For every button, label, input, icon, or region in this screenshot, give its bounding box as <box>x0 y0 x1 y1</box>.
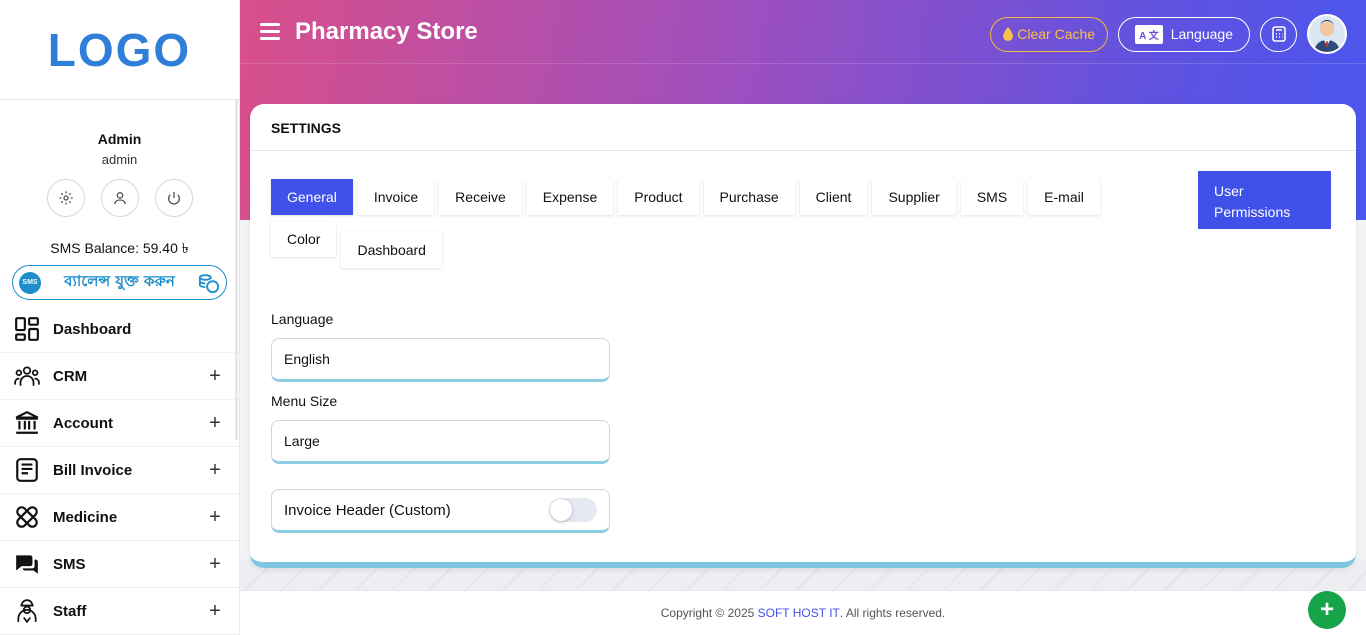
tab-email[interactable]: E-mail <box>1028 179 1100 215</box>
expand-icon[interactable]: + <box>205 553 225 576</box>
menu-toggle-icon[interactable] <box>260 23 280 40</box>
user-role: admin <box>101 152 138 167</box>
tab-expense[interactable]: Expense <box>526 179 614 215</box>
drop-icon <box>1003 27 1014 41</box>
sidebar-item-account[interactable]: Account + <box>0 400 239 447</box>
invoice-header-toggle[interactable] <box>549 498 597 522</box>
tab-receive[interactable]: Receive <box>439 179 522 215</box>
expand-icon[interactable]: + <box>205 412 225 435</box>
sidebar-item-dashboard[interactable]: Dashboard <box>0 306 239 353</box>
logo-area: LOGO <box>0 0 239 100</box>
calculator-icon <box>1271 26 1286 42</box>
tab-supplier[interactable]: Supplier <box>872 179 956 215</box>
user-block: Admin admin <box>0 100 239 217</box>
sidebar-item-label: SMS <box>53 555 86 573</box>
sidebar-item-crm[interactable]: CRM + <box>0 353 239 400</box>
user-actions <box>0 179 239 217</box>
expand-icon[interactable]: + <box>205 506 225 529</box>
add-balance-label: ব্যালেন্স যুক্ত করুন <box>64 272 175 290</box>
sidebar-item-label: CRM <box>53 367 88 385</box>
translate-icon: A 文 <box>1135 24 1163 44</box>
tab-purchase[interactable]: Purchase <box>703 179 795 215</box>
settings-button[interactable] <box>46 179 85 217</box>
power-icon <box>167 192 180 205</box>
settings-title: SETTINGS <box>250 104 1356 151</box>
add-fab-button[interactable]: + <box>1308 591 1346 629</box>
user-icon <box>113 192 126 205</box>
settings-card: SETTINGS General Invoice Receive Expense… <box>250 104 1356 568</box>
sidebar-item-label: Dashboard <box>53 320 132 338</box>
sidebar-item-staff[interactable]: Staff + <box>0 588 239 635</box>
sidebar-menu: Dashboard CRM + Account + Bill Invoice + <box>0 306 239 635</box>
footer: Copyright © 2025 SOFT HOST IT. All right… <box>240 590 1366 635</box>
tab-invoice[interactable]: Invoice <box>357 179 435 215</box>
expand-icon[interactable]: + <box>205 365 225 388</box>
logout-button[interactable] <box>154 179 193 217</box>
tab-client[interactable]: Client <box>799 179 868 215</box>
sidebar: LOGO Admin admin SMS Balance: 59.40 ৳ SM… <box>0 0 240 635</box>
sidebar-item-label: Bill Invoice <box>53 461 133 479</box>
toggle-knob <box>550 499 572 521</box>
language-value: English <box>284 351 330 367</box>
gear-icon <box>58 191 73 205</box>
invoice-header-label: Invoice Header (Custom) <box>284 501 451 519</box>
tab-color[interactable]: Color <box>271 221 337 257</box>
app-title: Pharmacy Store <box>295 17 478 45</box>
sidebar-item-label: Account <box>53 414 113 432</box>
language-label: Language <box>1170 26 1233 42</box>
clear-cache-label: Clear Cache <box>1017 26 1096 42</box>
language-select[interactable]: English <box>271 338 610 382</box>
add-balance-button[interactable]: SMS ব্যালেন্স যুক্ত করুন <box>12 265 227 300</box>
sidebar-item-bill-invoice[interactable]: Bill Invoice + <box>0 447 239 494</box>
header-actions: Clear Cache A 文 Language <box>990 14 1347 54</box>
people-group-icon <box>14 363 40 389</box>
invoice-icon <box>14 457 40 483</box>
language-button[interactable]: A 文 Language <box>1118 16 1250 52</box>
sidebar-item-sms[interactable]: SMS + <box>0 541 239 588</box>
footer-suffix: . All rights reserved. <box>839 606 946 620</box>
sidebar-item-medicine[interactable]: Medicine + <box>0 494 239 541</box>
pill-icon <box>14 504 40 530</box>
user-permissions-button[interactable]: User Permissions <box>1198 171 1331 229</box>
dashboard-grid-icon <box>14 316 40 342</box>
tab-dashboard[interactable]: Dashboard <box>341 232 442 268</box>
expand-icon[interactable]: + <box>205 600 225 623</box>
settings-tabs: General Invoice Receive Expense Product … <box>271 179 1161 268</box>
clear-cache-button[interactable]: Clear Cache <box>990 16 1109 52</box>
coins-icon <box>198 273 220 293</box>
top-bar: Pharmacy Store Clear Cache A 文 Language <box>240 0 1366 64</box>
sms-badge-icon: SMS <box>19 271 41 294</box>
sms-balance: SMS Balance: 59.40 ৳ <box>50 240 189 256</box>
sidebar-item-label: Medicine <box>53 508 118 526</box>
bank-icon <box>14 410 40 436</box>
tab-product[interactable]: Product <box>618 179 699 215</box>
menu-size-select[interactable]: Large <box>271 420 610 464</box>
menu-size-value: Large <box>284 433 320 449</box>
user-name: Admin <box>97 131 142 147</box>
invoice-header-row: Invoice Header (Custom) <box>271 489 610 533</box>
chat-bubbles-icon <box>14 551 40 577</box>
calculator-button[interactable] <box>1260 16 1297 52</box>
sidebar-scrollbar[interactable] <box>235 100 238 440</box>
expand-icon[interactable]: + <box>205 459 225 482</box>
sidebar-item-label: Staff <box>53 602 87 620</box>
footer-company-link[interactable]: SOFT HOST IT <box>758 606 840 620</box>
avatar[interactable] <box>1307 14 1347 54</box>
menu-size-field-label: Menu Size <box>271 393 338 409</box>
footer-prefix: Copyright © 2025 <box>660 606 755 620</box>
language-field-label: Language <box>271 311 334 327</box>
staff-icon <box>14 598 40 624</box>
user-avatar-icon <box>1314 20 1340 52</box>
profile-button[interactable] <box>100 179 139 217</box>
tab-general[interactable]: General <box>271 179 353 215</box>
tab-sms[interactable]: SMS <box>960 179 1024 215</box>
logo[interactable]: LOGO <box>48 23 191 77</box>
